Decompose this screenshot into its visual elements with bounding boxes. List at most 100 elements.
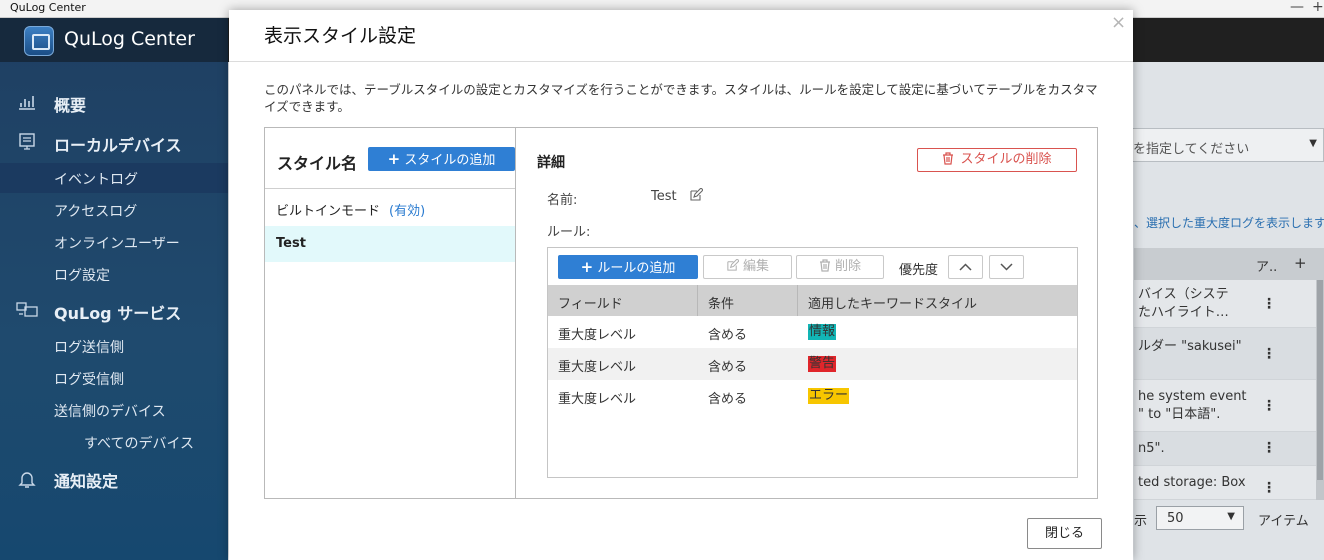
sidebar-item-access-log[interactable]: アクセスログ [0, 195, 228, 225]
nav-group-overview[interactable]: 概要 [0, 85, 228, 119]
more-icon[interactable]: ⋮ [1262, 440, 1276, 456]
row-message: n5". [1138, 441, 1165, 456]
table-row[interactable]: 重大度レベル 含める エラー [548, 380, 1077, 412]
rule-field: 重大度レベル [558, 360, 637, 375]
minimize-button[interactable]: — [1290, 0, 1304, 15]
sidebar-item-label: イベントログ [54, 172, 138, 188]
table-row[interactable]: バイス（システ たハイライト… ⋮ [1134, 280, 1324, 328]
edit-rule-label: 編集 [742, 259, 769, 274]
row-message: ルダー "sakusei" [1138, 339, 1242, 354]
show-label: 示 [1134, 514, 1148, 529]
style-list-pane: スタイル名 + スタイルの追加 ビルトインモード (有効) Test [265, 128, 516, 498]
page-size-select[interactable]: 50 ▼ [1156, 506, 1244, 530]
add-rule-button[interactable]: + ルールの追加 [558, 255, 698, 279]
edit-name-icon[interactable] [689, 188, 703, 202]
rule-condition: 含める [708, 328, 748, 343]
chevron-down-icon: ▼ [1227, 511, 1235, 522]
add-style-button[interactable]: + スタイルの追加 [368, 147, 515, 171]
details-header: 詳細 [537, 155, 565, 171]
priority-label: 優先度 [899, 263, 939, 278]
column-header-action[interactable]: ア.. [1256, 256, 1277, 275]
close-button[interactable]: 閉じる [1027, 518, 1102, 549]
rules-table-header: フィールド 条件 適用したキーワードスタイル [548, 285, 1077, 316]
more-icon[interactable]: ⋮ [1262, 296, 1276, 312]
rule-condition: 含める [708, 392, 748, 407]
sidebar-item-label: ログ送信側 [54, 340, 124, 356]
delete-style-button[interactable]: スタイルの削除 [917, 148, 1077, 172]
chevron-down-icon [1000, 263, 1013, 271]
priority-down-button[interactable] [989, 255, 1024, 279]
row-message: he system event " to "日本語". [1138, 389, 1247, 422]
sidebar-item-label: ログ受信側 [54, 372, 124, 388]
priority-up-button[interactable] [948, 255, 983, 279]
style-panel: スタイル名 + スタイルの追加 ビルトインモード (有効) Test 詳細 スタ… [264, 127, 1098, 499]
list-divider [265, 188, 515, 189]
rule-condition: 含める [708, 360, 748, 375]
column-header-field[interactable]: フィールド [558, 293, 623, 312]
nav-group-local-devices[interactable]: ローカルデバイス [0, 125, 228, 159]
sidebar-item-label: すべてのデバイス [84, 436, 195, 452]
add-column-button[interactable]: + [1294, 254, 1307, 272]
display-style-dialog: 表示スタイル設定 × このパネルでは、テーブルスタイルの設定とカスタマイズを行う… [229, 10, 1133, 560]
nav-group-label: QuLog サービス [54, 304, 182, 323]
column-header-condition[interactable]: 条件 [708, 293, 734, 312]
style-name-header: スタイル名 [277, 154, 358, 173]
sidebar-item-event-log[interactable]: イベントログ [0, 163, 228, 193]
sidebar-item-all-devices[interactable]: すべてのデバイス [0, 427, 228, 457]
sidebar-item-label: アクセスログ [54, 204, 138, 220]
delete-rule-label: 削除 [834, 259, 861, 274]
sidebar-item-sender-devices[interactable]: 送信側のデバイス [0, 395, 228, 425]
app-name: QuLog Center [64, 28, 195, 50]
nav-group-notifications[interactable]: 通知設定 [0, 461, 228, 495]
more-icon[interactable]: ⋮ [1262, 480, 1276, 496]
severity-select[interactable]: を指定してください ▼ [1120, 128, 1324, 162]
table-row[interactable]: he system event " to "日本語". ⋮ [1134, 380, 1324, 432]
delete-style-label: スタイルの削除 [960, 152, 1052, 167]
sidebar: QuLog Center 概要 ローカルデバイス イベントログ アクセスログ オ… [0, 18, 228, 560]
style-item-test[interactable]: Test [265, 226, 515, 262]
maximize-button[interactable]: + [1312, 0, 1324, 15]
style-active-badge: (有効) [389, 204, 426, 219]
dialog-description: このパネルでは、テーブルスタイルの設定とカスタマイズを行うことができます。スタイ… [264, 82, 1098, 114]
sidebar-item-online-users[interactable]: オンラインユーザー [0, 227, 228, 257]
nav-group-qulog-service[interactable]: QuLog サービス [0, 293, 228, 327]
bell-icon [16, 469, 38, 488]
sidebar-item-label: ログ設定 [54, 268, 110, 284]
style-item-name: Test [276, 236, 306, 251]
nav-group-label: 概要 [54, 96, 87, 115]
rules-table: + ルールの追加 編集 削除 優先度 フィールド 条件 適用したキーワードスタイ… [547, 247, 1078, 478]
name-value: Test [651, 189, 677, 204]
table-row[interactable]: 重大度レベル 含める 警告 [548, 348, 1077, 380]
close-icon[interactable]: × [1111, 12, 1126, 33]
severity-select-text: を指定してください [1133, 142, 1250, 157]
nav-group-label: ローカルデバイス [54, 136, 182, 155]
add-style-label: スタイルの追加 [404, 153, 496, 168]
more-icon[interactable]: ⋮ [1262, 346, 1276, 362]
sidebar-item-log-settings[interactable]: ログ設定 [0, 259, 228, 289]
nav-group-label: 通知設定 [54, 472, 119, 491]
edit-rule-button[interactable]: 編集 [703, 255, 792, 279]
plus-icon: + [580, 258, 594, 276]
dialog-title: 表示スタイル設定 [264, 25, 417, 47]
rules-label: ルール: [547, 225, 591, 240]
qulog-logo-icon [24, 26, 54, 56]
scrollbar-thumb[interactable] [1317, 280, 1323, 480]
more-icon[interactable]: ⋮ [1262, 398, 1276, 414]
table-row[interactable]: 重大度レベル 含める 情報 [548, 316, 1077, 348]
window-title: QuLog Center [10, 1, 86, 14]
pagination-footer: 示 50 ▼ アイテム [1134, 504, 1324, 534]
plus-icon: + [387, 150, 401, 168]
sidebar-item-log-sender[interactable]: ログ送信側 [0, 331, 228, 361]
bar-chart-icon [16, 93, 38, 111]
log-table-header: ア.. + [1134, 248, 1324, 280]
items-label: アイテム [1258, 514, 1309, 529]
column-divider [697, 285, 698, 316]
delete-rule-button[interactable]: 削除 [796, 255, 884, 279]
sidebar-item-log-receiver[interactable]: ログ受信側 [0, 363, 228, 393]
column-header-keyword-style[interactable]: 適用したキーワードスタイル [808, 293, 977, 312]
scrollbar[interactable] [1316, 280, 1324, 500]
table-row[interactable]: n5". ⋮ [1134, 432, 1324, 466]
table-row[interactable]: ルダー "sakusei" ⋮ [1134, 328, 1324, 380]
style-item-builtin[interactable]: ビルトインモード (有効) [265, 190, 515, 226]
table-row[interactable]: ted storage: Box ⋮ [1134, 466, 1324, 500]
